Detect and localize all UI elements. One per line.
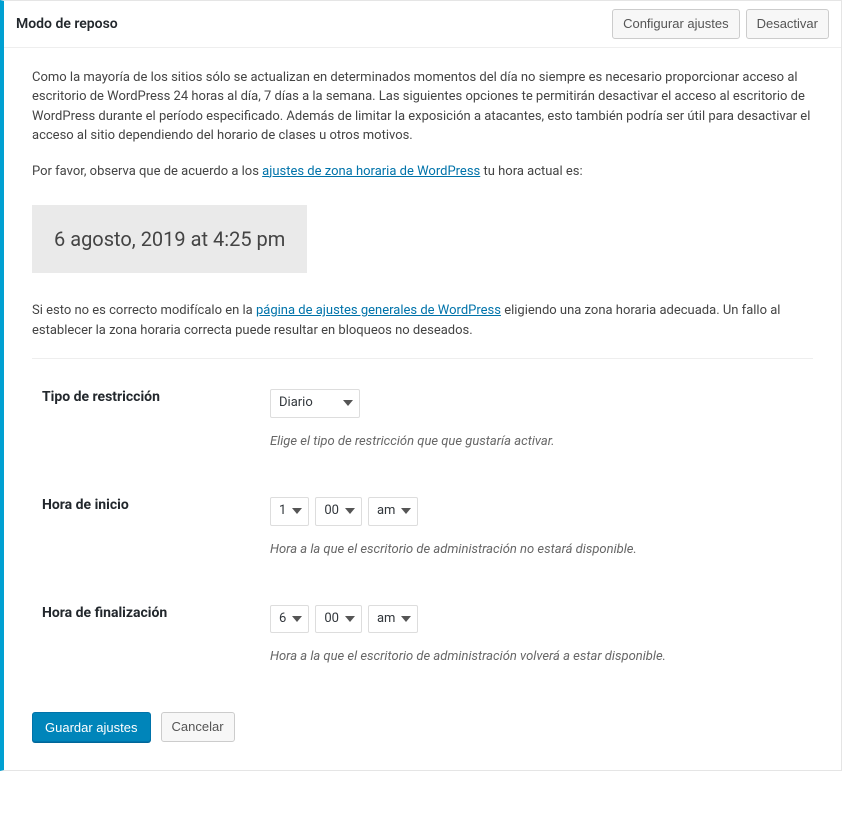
- form-actions: Guardar ajustes Cancelar: [32, 712, 813, 742]
- timezone-warning: Si esto no es correcto modifícalo en la …: [32, 301, 813, 340]
- current-time-display: 6 agosto, 2019 at 4:25 pm: [32, 205, 307, 273]
- timezone-note: Por favor, observa que de acuerdo a los …: [32, 162, 813, 182]
- note-suffix: tu hora actual es:: [480, 164, 582, 179]
- cancel-button[interactable]: Cancelar: [161, 712, 235, 742]
- intro-text: Como la mayoría de los sitios sólo se ac…: [32, 68, 813, 146]
- start-time-control: 1 00 am Hora a la que el escritorio de a…: [270, 497, 813, 557]
- end-time-label: Hora de finalización: [32, 605, 270, 665]
- deactivate-button[interactable]: Desactivar: [746, 9, 829, 39]
- divider: [32, 358, 813, 359]
- panel-actions: Configurar ajustes Desactivar: [612, 9, 829, 39]
- note2-prefix: Si esto no es correcto modifícalo en la: [32, 303, 256, 318]
- end-ampm-select[interactable]: am: [368, 605, 418, 634]
- configure-settings-button[interactable]: Configurar ajustes: [612, 9, 740, 39]
- timezone-settings-link[interactable]: ajustes de zona horaria de WordPress: [262, 164, 480, 179]
- general-settings-link[interactable]: página de ajustes generales de WordPress: [256, 303, 501, 318]
- restriction-type-control: Diario Elige el tipo de restricción que …: [270, 389, 813, 449]
- start-time-label: Hora de inicio: [32, 497, 270, 557]
- start-minute-select[interactable]: 00: [315, 497, 362, 526]
- end-time-control: 6 00 am Hora a la que el escritorio de a…: [270, 605, 813, 665]
- start-time-help: Hora a la que el escritorio de administr…: [270, 542, 813, 557]
- end-time-row: Hora de finalización 6 00 am Hora a la q…: [32, 605, 813, 665]
- start-hour-select[interactable]: 1: [270, 497, 309, 526]
- away-mode-panel: Modo de reposo Configurar ajustes Desact…: [0, 0, 842, 771]
- save-settings-button[interactable]: Guardar ajustes: [32, 712, 151, 742]
- start-time-row: Hora de inicio 1 00 am Hora a la que el …: [32, 497, 813, 557]
- panel-title: Modo de reposo: [16, 16, 118, 32]
- restriction-type-help: Elige el tipo de restricción que que gus…: [270, 434, 813, 449]
- end-hour-select[interactable]: 6: [270, 605, 309, 634]
- note-prefix: Por favor, observa que de acuerdo a los: [32, 164, 262, 179]
- restriction-type-row: Tipo de restricción Diario Elige el tipo…: [32, 389, 813, 449]
- restriction-type-select[interactable]: Diario: [270, 389, 360, 418]
- end-minute-select[interactable]: 00: [315, 605, 362, 634]
- panel-header: Modo de reposo Configurar ajustes Desact…: [4, 1, 841, 48]
- restriction-type-label: Tipo de restricción: [32, 389, 270, 449]
- panel-body: Como la mayoría de los sitios sólo se ac…: [4, 48, 841, 770]
- start-ampm-select[interactable]: am: [368, 497, 418, 526]
- end-time-help: Hora a la que el escritorio de administr…: [270, 649, 813, 664]
